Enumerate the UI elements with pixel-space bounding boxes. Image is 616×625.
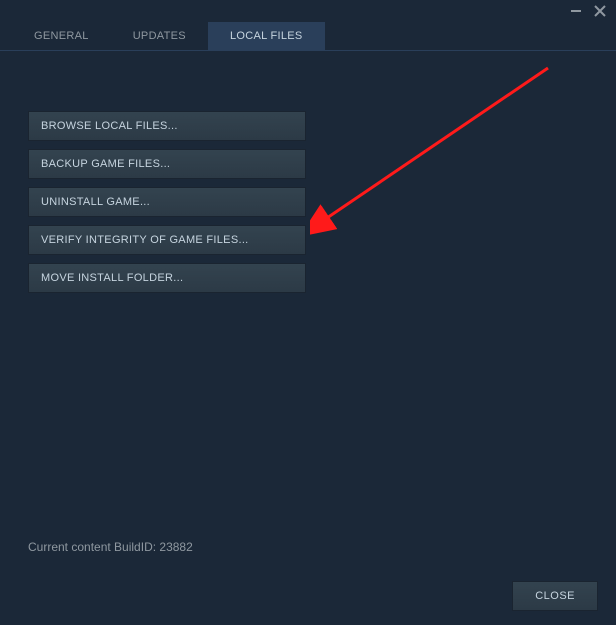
close-icon[interactable]	[592, 3, 608, 19]
tabs-bar: GENERAL UPDATES LOCAL FILES	[0, 22, 616, 51]
footer: CLOSE	[512, 581, 598, 611]
browse-local-files-button[interactable]: BROWSE LOCAL FILES...	[28, 111, 306, 141]
minimize-icon[interactable]	[568, 3, 584, 19]
tab-updates[interactable]: UPDATES	[111, 22, 208, 50]
move-install-folder-button[interactable]: MOVE INSTALL FOLDER...	[28, 263, 306, 293]
close-button[interactable]: CLOSE	[512, 581, 598, 611]
tab-local-files[interactable]: LOCAL FILES	[208, 22, 325, 50]
titlebar	[0, 0, 616, 22]
tab-general[interactable]: GENERAL	[12, 22, 111, 50]
backup-game-files-button[interactable]: BACKUP GAME FILES...	[28, 149, 306, 179]
content-panel: BROWSE LOCAL FILES... BACKUP GAME FILES.…	[0, 51, 616, 321]
build-id-label: Current content BuildID: 23882	[28, 540, 193, 554]
verify-integrity-button[interactable]: VERIFY INTEGRITY OF GAME FILES...	[28, 225, 306, 255]
uninstall-game-button[interactable]: UNINSTALL GAME...	[28, 187, 306, 217]
